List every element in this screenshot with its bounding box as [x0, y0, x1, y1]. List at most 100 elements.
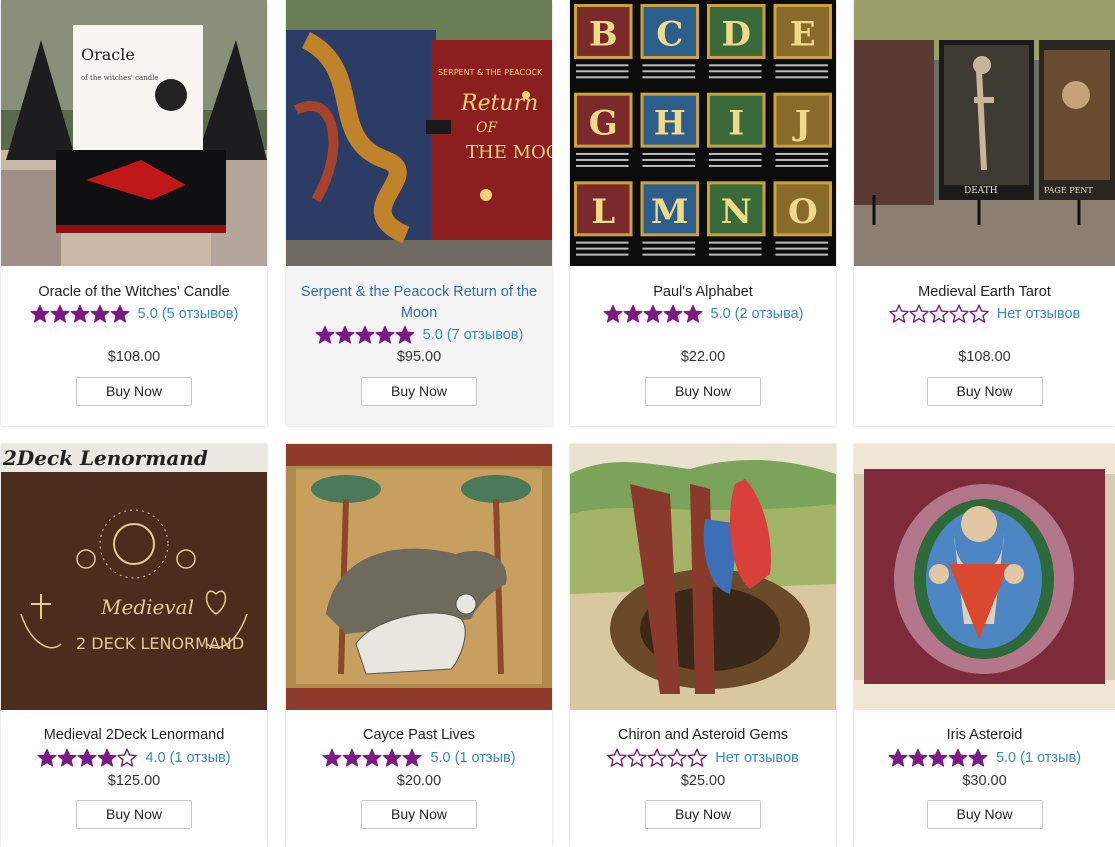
star-empty-icon [969, 304, 989, 323]
buy-now-button[interactable]: Buy Now [361, 800, 477, 829]
star-filled-icon [663, 304, 682, 323]
rating-stars [603, 304, 703, 324]
alphabet-letter: G [589, 103, 618, 143]
buy-now-button[interactable]: Buy Now [645, 800, 761, 829]
product-image[interactable]: SERPENT & THE PEACOCK Return OF THE MOON [286, 0, 552, 266]
product-price: $25.00 [680, 773, 726, 789]
product-title[interactable]: Medieval Earth Tarot [864, 282, 1105, 303]
image-caption: DEATH [964, 186, 998, 196]
product-image[interactable]: Oracle of the witches' candle [1, 0, 267, 266]
star-filled-icon [948, 748, 968, 767]
star-filled-icon [355, 325, 375, 344]
star-filled-icon [683, 304, 702, 323]
star-empty-icon [929, 304, 949, 323]
product-card[interactable]: 2Deck Lenormand Medieval 2 DECK LENORMAN… [1, 444, 267, 847]
product-price: $108.00 [958, 349, 1011, 365]
star-filled-icon [888, 748, 908, 767]
star-filled-icon [362, 748, 382, 767]
star-filled-icon [375, 325, 395, 344]
alphabet-letter: I [728, 103, 744, 143]
image-caption: Medieval [100, 595, 194, 619]
product-card[interactable]: DEATH PAGE PENT Medieval Earth Tarot Нет… [854, 0, 1115, 426]
star-filled-icon [342, 748, 362, 767]
review-count-link[interactable]: 4.0 (1 отзыв) [145, 750, 230, 766]
rating-stars [607, 748, 707, 768]
buy-now-button[interactable]: Buy Now [926, 800, 1043, 829]
image-caption: SERPENT & THE PEACOCK [438, 68, 543, 77]
image-caption: PAGE PENT [1044, 186, 1093, 195]
review-count-link[interactable]: Нет отзывов [997, 306, 1081, 322]
star-filled-icon [77, 748, 97, 767]
product-card[interactable]: Iris Asteroid 5.0 (1 отзыв) $30.00 Buy N… [854, 444, 1115, 847]
product-title[interactable]: Chiron and Asteroid Gems [580, 725, 826, 746]
product-rating: 5.0 (2 отзыва) [570, 304, 836, 324]
rating-stars [315, 325, 415, 345]
product-price: $30.00 [962, 773, 1007, 789]
star-filled-icon [402, 748, 422, 767]
product-image[interactable]: 2Deck Lenormand Medieval 2 DECK LENORMAN… [1, 444, 267, 710]
product-card[interactable]: SERPENT & THE PEACOCK Return OF THE MOON… [286, 0, 552, 426]
product-price: $20.00 [396, 773, 442, 789]
star-empty-icon [647, 748, 667, 767]
rating-stars [888, 748, 988, 768]
alphabet-letter: J [792, 103, 811, 143]
alphabet-letter: H [654, 103, 686, 143]
product-title[interactable]: Iris Asteroid [864, 725, 1105, 746]
product-image[interactable]: BCDE GH I J LMNO [570, 0, 836, 266]
image-caption: 2 DECK LENORMAND [76, 634, 244, 653]
star-filled-icon [322, 748, 342, 767]
product-rating: 5.0 (7 отзывов) [286, 325, 552, 345]
star-filled-icon [97, 748, 117, 767]
alphabet-letter: O [788, 192, 818, 232]
product-image[interactable] [570, 444, 836, 710]
product-card[interactable]: Cayce Past Lives 5.0 (1 отзыв) $20.00 Bu… [286, 444, 552, 847]
alphabet-letter: E [790, 15, 816, 55]
product-title[interactable]: Serpent & the Peacock Return of the Moon [296, 282, 542, 324]
review-count-link[interactable]: Нет отзывов [715, 750, 799, 766]
product-image[interactable] [286, 444, 552, 710]
alphabet-letter: C [656, 15, 683, 55]
product-price: $22.00 [680, 349, 726, 365]
star-empty-icon [117, 748, 138, 767]
star-empty-icon [667, 748, 687, 767]
star-filled-icon [30, 304, 50, 323]
review-count-link[interactable]: 5.0 (2 отзыва) [711, 306, 804, 322]
buy-now-button[interactable]: Buy Now [361, 377, 477, 406]
alphabet-letter: B [589, 15, 618, 55]
review-count-link[interactable]: 5.0 (7 отзывов) [423, 327, 524, 343]
star-empty-icon [687, 748, 707, 767]
product-card[interactable]: Oracle of the witches' candle Oracle of … [1, 0, 267, 426]
star-empty-icon [909, 304, 929, 323]
star-filled-icon [968, 748, 988, 767]
buy-now-button[interactable]: Buy Now [645, 377, 761, 406]
buy-now-button[interactable]: Buy Now [926, 377, 1043, 406]
product-rating: 5.0 (5 отзывов) [1, 304, 267, 324]
product-title[interactable]: Paul's Alphabet [580, 282, 826, 303]
image-caption: Oracle [81, 45, 135, 64]
product-rating: 5.0 (1 отзыв) [286, 748, 552, 768]
product-card[interactable]: Chiron and Asteroid Gems Нет отзывов $25… [570, 444, 836, 847]
rating-stars [889, 304, 989, 324]
product-card[interactable]: BCDE GH I J LMNO Paul's Alphabet 5.0 (2 отзы… [570, 0, 836, 426]
review-count-link[interactable]: 5.0 (1 отзыв) [996, 750, 1081, 766]
product-title[interactable]: Medieval 2Deck Lenormand [11, 725, 257, 746]
star-filled-icon [335, 325, 355, 344]
product-price: $125.00 [107, 773, 161, 789]
buy-now-button[interactable]: Buy Now [76, 800, 192, 829]
product-title[interactable]: Cayce Past Lives [296, 725, 542, 746]
product-title[interactable]: Oracle of the Witches' Candle [11, 282, 257, 303]
image-caption: THE MOON [466, 142, 552, 163]
star-filled-icon [928, 748, 948, 767]
star-filled-icon [643, 304, 662, 323]
star-empty-icon [889, 304, 909, 323]
review-count-link[interactable]: 5.0 (1 отзыв) [430, 750, 515, 766]
product-image[interactable]: DEATH PAGE PENT [854, 0, 1115, 266]
review-count-link[interactable]: 5.0 (5 отзывов) [138, 306, 239, 322]
star-filled-icon [90, 304, 110, 323]
product-image[interactable] [854, 444, 1115, 710]
image-caption: of the witches' candle [81, 74, 159, 82]
buy-now-button[interactable]: Buy Now [76, 377, 192, 406]
star-empty-icon [607, 748, 627, 767]
alphabet-letter: N [721, 192, 752, 232]
star-filled-icon [623, 304, 642, 323]
